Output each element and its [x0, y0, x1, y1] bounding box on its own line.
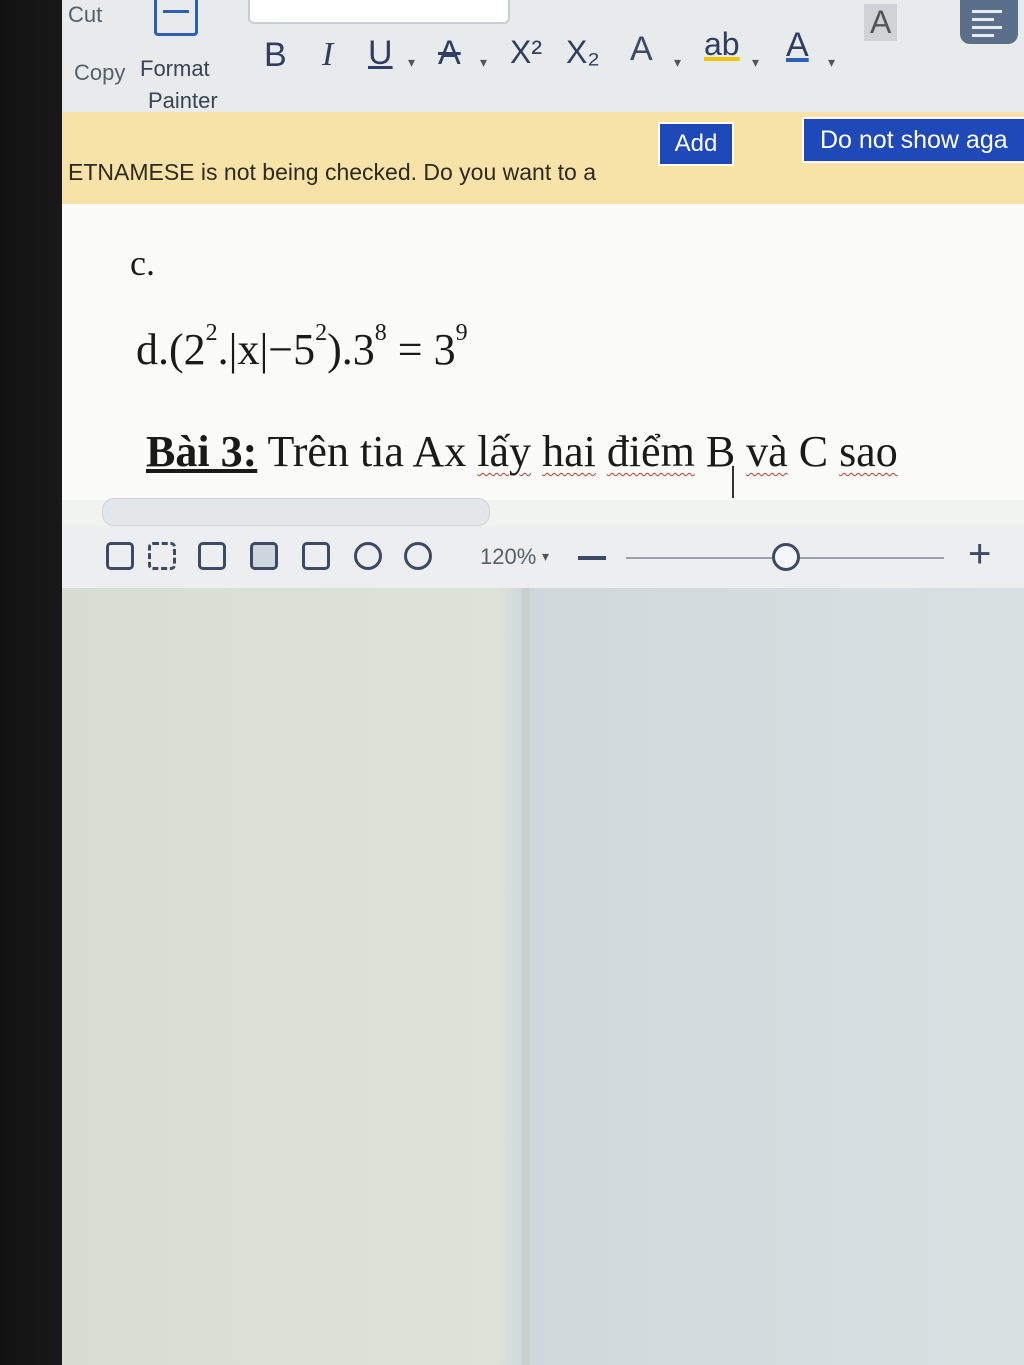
align-left-button[interactable] — [960, 0, 1018, 44]
highlight-button[interactable]: ab — [704, 26, 740, 63]
eq-exponent: 2 — [205, 320, 218, 346]
read-mode-icon[interactable] — [198, 542, 226, 570]
font-color-button[interactable]: A — [786, 26, 809, 65]
page-view-icon[interactable] — [106, 542, 134, 570]
exercise-3-word: sao — [839, 427, 898, 476]
format-painter-icon[interactable] — [154, 0, 198, 36]
mouse-ibeam-cursor — [732, 466, 734, 498]
exercise-3-word: hai — [542, 427, 596, 476]
status-bar: 120% ▾ + — [62, 526, 1024, 589]
eq-part: ).3 — [327, 325, 375, 374]
exercise-3-label: Bài 3: — [146, 427, 258, 476]
web-layout-icon[interactable] — [354, 542, 382, 570]
font-name-dropdown[interactable] — [248, 0, 510, 24]
outline-view-icon[interactable] — [302, 542, 330, 570]
exercise-3-word: C — [798, 427, 829, 476]
exercise-3-word: điểm — [606, 427, 695, 476]
ribbon-toolbar: Cut Copy Format Painter B I U ▾ A ▾ X² X… — [62, 0, 1024, 113]
superscript-button[interactable]: X² — [510, 34, 542, 71]
subscript-button[interactable]: X₂ — [566, 34, 600, 71]
zoom-slider-thumb[interactable] — [772, 543, 800, 571]
highlight-dropdown-icon[interactable]: ▾ — [752, 54, 759, 71]
exercise-d-equation: d.(22.|x|−52).38 = 39 — [136, 320, 468, 375]
eq-exponent: 8 — [374, 320, 387, 346]
notification-message: ETNAMESE is not being checked. Do you wa… — [68, 159, 596, 185]
bold-button[interactable]: B — [264, 36, 287, 75]
strikethrough-dropdown-icon[interactable]: ▾ — [480, 54, 487, 71]
focus-mode-icon[interactable] — [148, 542, 176, 570]
exercise-3-word: Trên tia Ax — [267, 427, 467, 476]
empty-workspace — [62, 588, 1024, 1365]
exercise-3-word: lấy — [477, 427, 532, 476]
underline-dropdown-icon[interactable]: ▾ — [408, 54, 415, 71]
eq-part: d.(2 — [136, 325, 206, 374]
eye-protection-icon[interactable] — [404, 542, 432, 570]
word-window: Cut Copy Format Painter B I U ▾ A ▾ X² X… — [62, 0, 1024, 1365]
exercise-c-label: c. — [130, 243, 155, 283]
horizontal-scrollbar[interactable] — [102, 498, 490, 526]
eq-exponent: 2 — [315, 320, 328, 346]
exercise-3-heading: Bài 3: Trên tia Ax lấy hai điểm B và C s… — [146, 426, 898, 477]
italic-button[interactable]: I — [322, 36, 333, 74]
underline-button[interactable]: U — [368, 34, 393, 73]
text-effects-dropdown-icon[interactable]: ▾ — [674, 54, 681, 71]
format-painter-label-2[interactable]: Painter — [148, 88, 218, 114]
zoom-in-button[interactable]: + — [968, 532, 991, 577]
char-shading-button[interactable]: A — [864, 4, 898, 41]
do-not-show-again-button[interactable]: Do not show aga — [802, 117, 1024, 163]
eq-part: .|x|−5 — [217, 325, 316, 374]
strikethrough-button[interactable]: A — [438, 34, 461, 73]
text-effects-button[interactable]: A — [630, 30, 653, 69]
exercise-3-word: và — [746, 427, 788, 476]
zoom-level[interactable]: 120% — [480, 544, 536, 570]
document-page[interactable]: c. d.(22.|x|−52).38 = 39 Bài 3: Trên tia… — [62, 204, 1024, 500]
zoom-dropdown-icon[interactable]: ▾ — [542, 548, 549, 565]
zoom-out-button[interactable] — [578, 556, 606, 560]
cut-button[interactable]: Cut — [68, 2, 102, 28]
copy-button[interactable]: Copy — [74, 60, 125, 86]
eq-part: = 3 — [386, 325, 456, 374]
font-color-dropdown-icon[interactable]: ▾ — [828, 54, 835, 71]
format-painter-label-1[interactable]: Format — [140, 56, 210, 82]
eq-exponent: 9 — [455, 320, 468, 346]
add-language-button[interactable]: Add — [658, 122, 734, 166]
print-layout-icon[interactable] — [250, 542, 278, 570]
exercise-3-word: B — [705, 427, 736, 476]
window-split-divider — [522, 588, 530, 1365]
